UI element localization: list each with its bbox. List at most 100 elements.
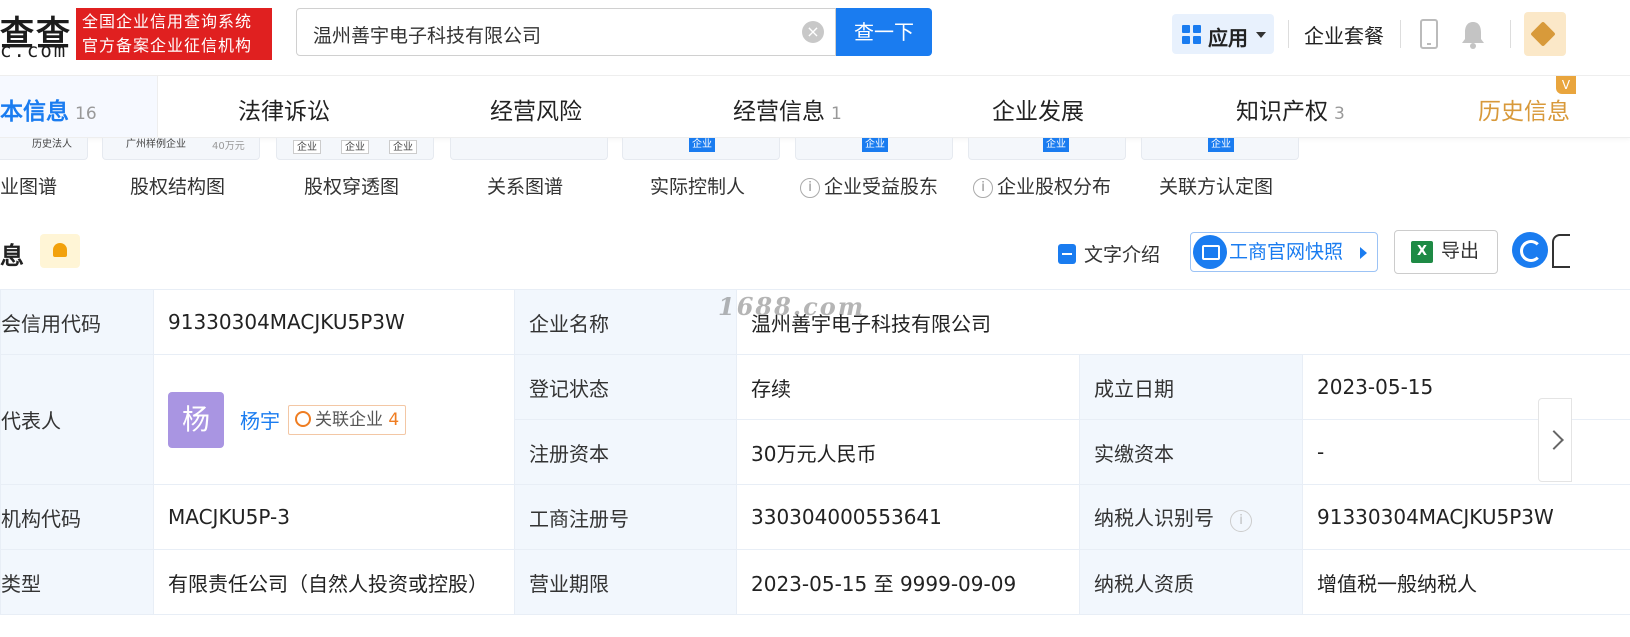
tab-legal[interactable]: 法律诉讼: [238, 92, 330, 126]
thumb-equity-structure[interactable]: 广州样例企业 40万元: [102, 138, 260, 160]
text-intro-button[interactable]: 文字介绍: [1058, 240, 1160, 280]
header-divider: [1400, 20, 1401, 48]
document-icon: [1058, 244, 1076, 264]
thumb-label-beneficiary[interactable]: i 企业受益股东: [800, 172, 938, 199]
slogan-line-1: 全国企业信用查询系统: [82, 12, 253, 31]
thumb-enterprise-graph[interactable]: 历史法人: [0, 138, 88, 160]
thumb-label[interactable]: 股权结构图: [130, 172, 225, 199]
tab-count: 16: [75, 104, 97, 124]
biz-term-label: 营业期限: [514, 549, 737, 615]
apps-menu-button[interactable]: 应用: [1172, 14, 1274, 54]
thumb-tag: 企业: [689, 138, 715, 152]
monitor-bell-icon[interactable]: [40, 234, 80, 268]
graph-shortcuts: 历史法人 广州样例企业 40万元 企业 企业 企业 企业 企业 企业 企业 业图…: [0, 138, 1630, 224]
apps-grid-icon: [1182, 25, 1202, 45]
logo-domain: c.com: [0, 40, 68, 62]
ai-assistant-icon[interactable]: [1512, 232, 1548, 268]
thumb-equity-penetration[interactable]: 企业 企业 企业: [276, 138, 434, 160]
watermark: 1688.com: [718, 292, 866, 321]
thumb-mini-text: 广州样例企业: [126, 139, 186, 150]
thumb-label[interactable]: 股权穿透图: [304, 172, 399, 199]
header-divider: [1510, 20, 1511, 48]
tab-history[interactable]: 历史信息: [1478, 92, 1570, 126]
info-icon: i: [800, 178, 820, 198]
paid-capital-label: 实缴资本: [1079, 419, 1303, 485]
main-nav: 本信息 16 法律诉讼 经营风险 经营信息 1 企业发展 知识产权 3 历史信息 V: [0, 76, 1630, 138]
related-count: 4: [388, 409, 400, 430]
tab-label: 经营风险: [490, 99, 582, 125]
thumb-label-distribution[interactable]: i 企业股权分布: [973, 172, 1111, 199]
thumb-relation-graph[interactable]: [450, 138, 608, 160]
enterprise-package-link[interactable]: 企业套餐: [1304, 20, 1384, 49]
tab-count: 3: [1334, 104, 1345, 124]
company-name-label: 企业名称: [514, 289, 737, 355]
avatar[interactable]: 杨: [168, 391, 224, 448]
bell-icon[interactable]: [1460, 20, 1486, 50]
thumb-related-party[interactable]: 企业: [1141, 138, 1299, 160]
thumb-label[interactable]: 业图谱: [0, 172, 57, 199]
thumb-mini-text: 40万元: [212, 141, 245, 152]
taxpayer-id-label-cell: 纳税人识别号 i: [1079, 484, 1303, 550]
export-label: 导出: [1441, 240, 1480, 262]
slogan-badge: 全国企业信用查询系统 官方备案企业征信机构: [76, 8, 272, 60]
thumb-label[interactable]: 实际控制人: [650, 172, 745, 199]
slogan-line-2: 官方备案企业征信机构: [82, 36, 253, 55]
reg-status-label: 登记状态: [514, 354, 737, 420]
tab-ip[interactable]: 知识产权 3: [1236, 92, 1345, 126]
thumb-tag: 企业: [1208, 138, 1234, 152]
export-button[interactable]: X 导出: [1394, 230, 1498, 274]
search-clear-icon[interactable]: ×: [802, 21, 824, 43]
search-value[interactable]: 温州善宇电子科技有限公司: [313, 21, 541, 48]
type-value: 有限责任公司（自然人投资或控股）: [153, 549, 515, 615]
top-header: 查查 c.com 全国企业信用查询系统 官方备案企业征信机构 温州善宇电子科技有…: [0, 0, 1630, 76]
credit-code-label: 会信用代码: [0, 289, 154, 355]
tab-basic-info[interactable]: 本信息 16: [0, 92, 97, 126]
share-icon[interactable]: [1552, 234, 1570, 268]
thumb-tag: 企业: [1043, 138, 1069, 152]
paid-capital-value: -: [1302, 419, 1630, 485]
tab-label: 法律诉讼: [238, 99, 330, 125]
table-row: 机构代码 MACJKU5P-3 工商注册号 330304000553641 纳税…: [0, 484, 1630, 550]
tab-development[interactable]: 企业发展: [992, 92, 1084, 126]
official-snapshot-button[interactable]: 工商官网快照: [1190, 232, 1378, 272]
thumb-mini-text: 企业: [293, 140, 321, 154]
thumb-label-text: 企业股权分布: [997, 176, 1112, 198]
search-input[interactable]: 温州善宇电子科技有限公司 ×: [296, 8, 836, 56]
snapshot-label: 工商官网快照: [1229, 241, 1344, 263]
company-name-value[interactable]: 温州善宇电子科技有限公司: [736, 289, 1630, 355]
chevron-right-icon[interactable]: [1538, 398, 1572, 482]
thumb-beneficiary[interactable]: 企业: [795, 138, 953, 160]
vip-diamond-icon[interactable]: [1524, 12, 1566, 56]
thumb-mini-text: 历史法人: [32, 139, 72, 150]
snapshot-icon: [1193, 235, 1227, 269]
legal-rep-name[interactable]: 杨宇: [240, 409, 280, 433]
tab-label: 企业发展: [992, 99, 1084, 125]
table-row: 类型 有限责任公司（自然人投资或控股） 营业期限 2023-05-15 至 99…: [0, 549, 1630, 615]
tab-operation[interactable]: 经营信息 1: [733, 92, 842, 126]
found-date-value: 2023-05-15: [1302, 354, 1630, 420]
org-code-value[interactable]: MACJKU5P-3: [153, 484, 515, 550]
tab-label: 知识产权: [1236, 99, 1328, 125]
thumb-equity-distribution[interactable]: 企业: [968, 138, 1126, 160]
thumb-label[interactable]: 关联方认定图: [1159, 172, 1273, 199]
tab-count: 1: [831, 104, 842, 124]
thumb-label[interactable]: 关系图谱: [487, 172, 563, 199]
tab-label: 历史信息: [1478, 99, 1570, 125]
related-label: 关联企业: [315, 409, 383, 430]
section-title: 息: [0, 242, 24, 270]
tab-risk[interactable]: 经营风险: [490, 92, 582, 126]
credit-code-value[interactable]: 91330304MACJKU5P3W: [153, 289, 515, 355]
info-icon[interactable]: i: [1230, 510, 1252, 532]
thumb-actual-controller[interactable]: 企业: [622, 138, 780, 160]
biz-reg-no-value[interactable]: 330304000553641: [736, 484, 1080, 550]
taxpayer-id-value[interactable]: 91330304MACJKU5P3W: [1302, 484, 1630, 550]
taxpayer-qual-value: 增值税一般纳税人: [1302, 549, 1630, 615]
reg-capital-value: 30万元人民币: [736, 419, 1080, 485]
phone-icon[interactable]: [1420, 19, 1438, 49]
thumb-mini-text: 企业: [389, 140, 417, 154]
related-companies-badge[interactable]: 关联企业 4: [288, 404, 407, 435]
thumb-tag: 企业: [862, 138, 888, 152]
type-label: 类型: [0, 549, 154, 615]
org-code-label: 机构代码: [0, 484, 154, 550]
search-button[interactable]: 查一下: [836, 8, 932, 56]
